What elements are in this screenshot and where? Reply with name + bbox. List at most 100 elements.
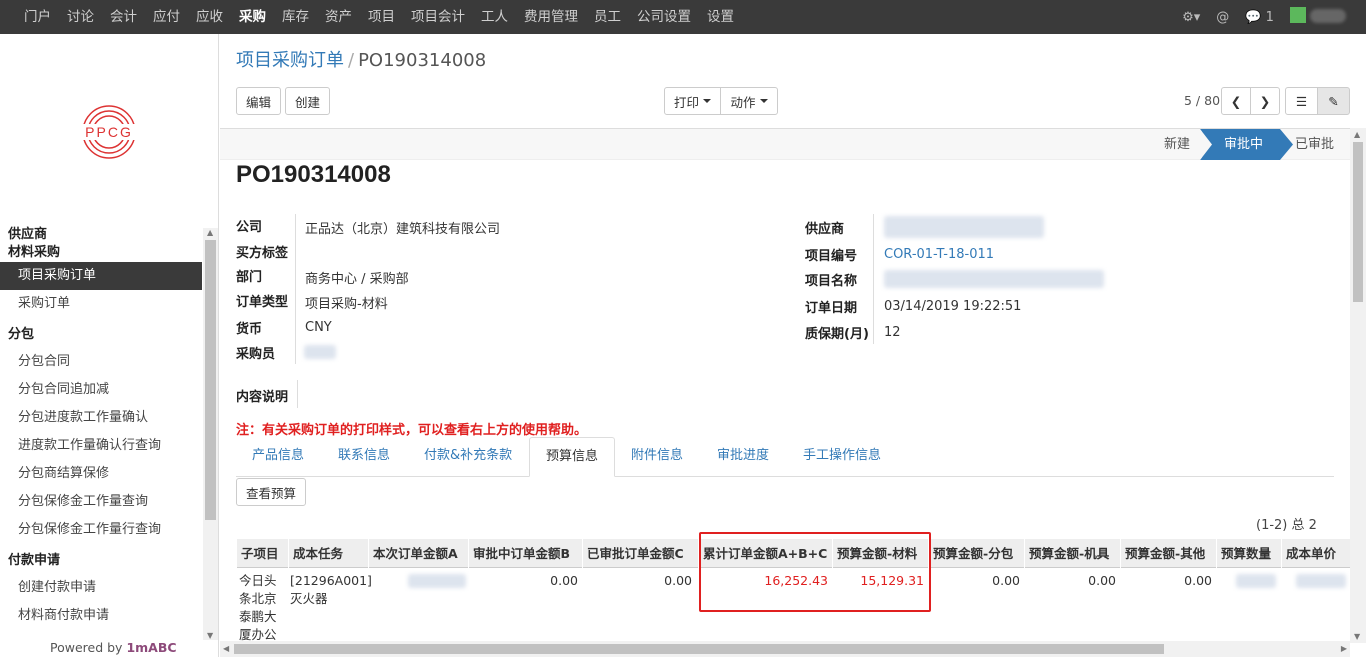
sidebar-item[interactable]: 创建付款申请 xyxy=(0,574,202,602)
supplier-blurred xyxy=(884,216,1044,238)
create-button[interactable]: 创建 xyxy=(285,87,330,115)
sidebar-item[interactable]: 分包商结算保修 xyxy=(0,460,202,488)
cell-budget-sub: 0.00 xyxy=(992,573,1020,588)
col-subproject[interactable]: 子项目 xyxy=(236,539,288,568)
field-value: 正品达（北京）建筑科技有限公司 xyxy=(305,222,501,237)
breadcrumb: 项目采购订单 / PO190314008 xyxy=(236,50,487,71)
menu-item[interactable]: 库存 xyxy=(274,0,317,34)
edit-icon: ✎ xyxy=(1328,93,1339,109)
field-label: 货币 xyxy=(236,322,263,337)
view-budget-button[interactable]: 查看预算 xyxy=(236,478,306,506)
sidebar-item[interactable]: 分包合同追加减 xyxy=(0,376,202,404)
form-view-button[interactable]: ✎ xyxy=(1317,87,1350,115)
print-dropdown[interactable]: 打印 xyxy=(664,87,721,115)
chevron-down-icon xyxy=(759,99,768,103)
next-record-button[interactable]: ❯ xyxy=(1250,87,1280,115)
field-value: 12 xyxy=(884,325,901,340)
menu-item[interactable]: 应付 xyxy=(145,0,188,34)
user-menu[interactable] xyxy=(1289,7,1346,27)
sidebar-item[interactable]: 分包保修金工作量行查询 xyxy=(0,516,202,544)
sidebar-item[interactable]: 进度款工作量确认行查询 xyxy=(0,432,202,460)
print-help-note: 注：有关采购订单的打印样式，可以查看右上方的使用帮助。 xyxy=(236,423,588,438)
menu-item[interactable]: 门户 xyxy=(16,0,59,34)
buyer-blurred xyxy=(304,345,336,359)
chevron-left-icon: ❮ xyxy=(1230,93,1242,109)
sidebar-item[interactable]: 材料商付款申请 xyxy=(0,602,202,630)
chat-icon[interactable]: 💬 1 xyxy=(1245,10,1274,25)
horizontal-scrollbar[interactable]: ◀ ▶ xyxy=(220,641,1350,657)
field-label: 部门 xyxy=(236,270,263,285)
field-value: 项目采购-材料 xyxy=(305,297,388,312)
col-amount-b[interactable]: 审批中订单金额B xyxy=(468,539,582,568)
col-budget-equipment[interactable]: 预算金额-机具 xyxy=(1024,539,1120,568)
tab-budget[interactable]: 预算信息 xyxy=(529,437,616,477)
sidebar-group: 供应商 xyxy=(8,227,48,242)
sidebar-item[interactable]: 分包合同 xyxy=(0,348,202,376)
col-budget-qty[interactable]: 预算数量 xyxy=(1216,539,1281,568)
user-name-blurred xyxy=(1310,9,1346,23)
at-icon[interactable]: @ xyxy=(1216,10,1229,25)
menu-item[interactable]: 应收 xyxy=(188,0,231,34)
menu-item[interactable]: 资产 xyxy=(317,0,360,34)
sidebar-group: 分包 xyxy=(8,327,35,342)
tab-attachments[interactable]: 附件信息 xyxy=(615,437,699,477)
col-unit-cost[interactable]: 成本单价 xyxy=(1281,539,1350,568)
sidebar: PPCG 供应商材料采购项目采购订单 采购订单分包分包合同 分包合同追加减 分包进度款… xyxy=(0,34,219,657)
col-amount-c[interactable]: 已审批订单金额C xyxy=(582,539,698,568)
sidebar-item[interactable]: 采购订单 xyxy=(0,290,202,318)
sidebar-item[interactable]: 分包进度款工作量确认 xyxy=(0,404,202,432)
cell-unit-cost-blurred xyxy=(1296,574,1346,588)
sidebar-group: 材料采购 xyxy=(8,245,61,260)
breadcrumb-parent[interactable]: 项目采购订单 xyxy=(236,50,344,71)
tab-products[interactable]: 产品信息 xyxy=(236,437,320,477)
main-scrollbar[interactable]: ▲ ▼ xyxy=(1350,128,1366,643)
tab-manual-ops[interactable]: 手工操作信息 xyxy=(787,437,897,477)
col-amount-a[interactable]: 本次订单金额A xyxy=(368,539,468,568)
list-view-button[interactable]: ☰ xyxy=(1285,87,1318,115)
cell-amount-b: 0.00 xyxy=(550,573,578,588)
menu-item[interactable]: 项目 xyxy=(360,0,403,34)
menu-item[interactable]: 讨论 xyxy=(59,0,102,34)
col-budget-other[interactable]: 预算金额-其他 xyxy=(1120,539,1216,568)
field-label: 项目名称 xyxy=(805,274,858,289)
tab-bar: 产品信息 联系信息 付款&补充条款 预算信息 附件信息 审批进度 手工操作信息 xyxy=(236,437,1334,477)
menu-item[interactable]: 工人 xyxy=(473,0,516,34)
sidebar-item[interactable]: 分包保修金工作量查询 xyxy=(0,488,202,516)
prev-record-button[interactable]: ❮ xyxy=(1221,87,1251,115)
gear-icon[interactable]: ⚙▾ xyxy=(1182,10,1200,25)
menu-item[interactable]: 公司设置 xyxy=(629,0,699,34)
field-label: 项目编号 xyxy=(805,249,858,264)
field-value: 商务中心 / 采购部 xyxy=(305,272,409,287)
col-cost-task[interactable]: 成本任务 xyxy=(288,539,368,568)
menu-item[interactable]: 采购 xyxy=(231,0,274,34)
menu-item[interactable]: 费用管理 xyxy=(516,0,586,34)
project-name-blurred xyxy=(884,270,1104,288)
highlight-box xyxy=(699,532,931,612)
sidebar-scrollbar[interactable]: ▲ ▼ xyxy=(203,228,218,640)
menu-item[interactable]: 会计 xyxy=(102,0,145,34)
tab-approval-progress[interactable]: 审批进度 xyxy=(701,437,785,477)
menu-item[interactable]: 员工 xyxy=(586,0,629,34)
logo-text: PPCG xyxy=(85,124,133,140)
col-budget-sub[interactable]: 预算金额-分包 xyxy=(928,539,1024,568)
menu-item[interactable]: 项目会计 xyxy=(403,0,473,34)
field-label: 买方标签 xyxy=(236,246,289,261)
action-dropdown[interactable]: 动作 xyxy=(720,87,778,115)
stage-arrow-right xyxy=(1280,129,1293,160)
stage-approved[interactable]: 已审批 xyxy=(1295,129,1334,160)
project-code-link[interactable]: COR-01-T-18-011 xyxy=(884,247,994,262)
pager-value: 5 / 80 xyxy=(1184,93,1221,108)
chevron-down-icon xyxy=(703,99,711,103)
stage-new[interactable]: 新建 xyxy=(1164,129,1190,160)
breadcrumb-current: PO190314008 xyxy=(358,50,487,71)
sidebar-item[interactable]: 项目采购订单 xyxy=(0,262,202,290)
edit-button[interactable]: 编辑 xyxy=(236,87,281,115)
list-icon: ☰ xyxy=(1295,93,1308,109)
stage-arrow-left xyxy=(1200,129,1214,160)
menu-item[interactable]: 设置 xyxy=(699,0,742,34)
tab-contacts[interactable]: 联系信息 xyxy=(322,437,406,477)
company-logo: PPCG xyxy=(78,104,140,160)
tab-payment-terms[interactable]: 付款&补充条款 xyxy=(408,437,528,477)
topbar-right: ⚙▾ @ 💬 1 xyxy=(1182,0,1346,34)
field-divider-left xyxy=(295,214,296,364)
